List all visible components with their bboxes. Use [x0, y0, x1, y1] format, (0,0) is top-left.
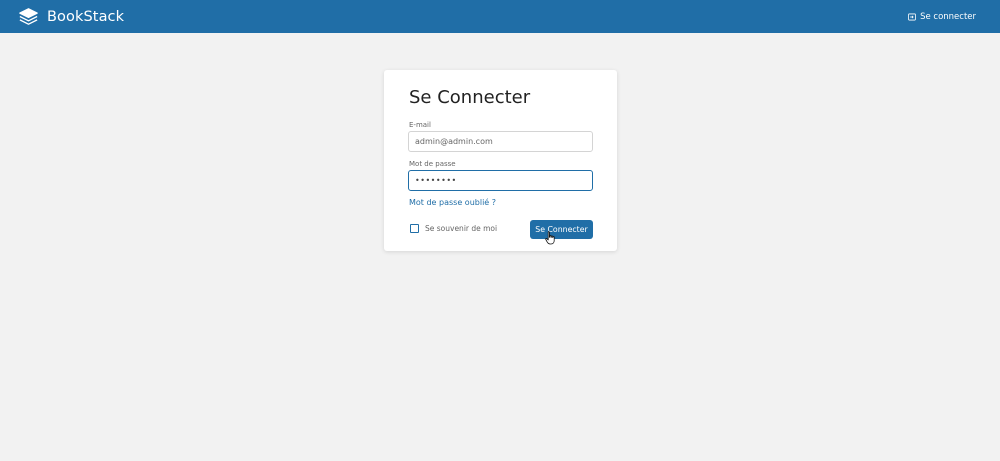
- forgot-password-link[interactable]: Mot de passe oublié ?: [409, 198, 496, 207]
- header-login-link[interactable]: Se connecter: [908, 12, 976, 22]
- checkbox-box[interactable]: [410, 224, 419, 233]
- brand-link[interactable]: BookStack: [17, 5, 124, 28]
- password-field[interactable]: [408, 170, 593, 191]
- remember-me-label: Se souvenir de moi: [425, 224, 498, 233]
- email-label: E-mail: [409, 121, 431, 129]
- page-title: Se Connecter: [409, 87, 531, 108]
- password-label: Mot de passe: [409, 160, 456, 168]
- brand-name: BookStack: [47, 8, 125, 25]
- login-button[interactable]: Se Connecter: [530, 220, 593, 239]
- bookstack-logo-icon: [19, 8, 38, 25]
- remember-me-checkbox[interactable]: Se souvenir de moi: [410, 224, 497, 233]
- email-field[interactable]: [408, 131, 593, 152]
- login-icon: [908, 13, 916, 20]
- header-login-label: Se connecter: [920, 11, 976, 22]
- login-card: Se Connecter E-mail Mot de passe Mot de …: [384, 70, 617, 251]
- hand-pointer-icon: [545, 231, 555, 245]
- top-header: BookStack Se connecter: [0, 0, 1000, 33]
